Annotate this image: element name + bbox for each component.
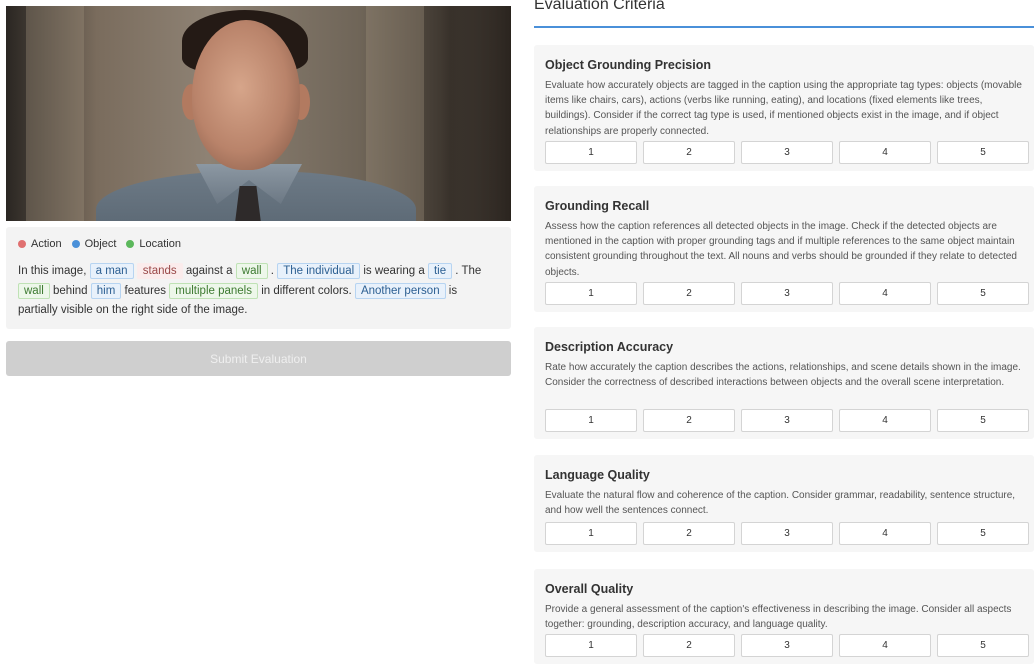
submit-evaluation-button[interactable]: Submit Evaluation <box>6 341 511 376</box>
rating-scale: 1 2 3 4 5 <box>545 634 1029 657</box>
rating-button-1[interactable]: 1 <box>545 522 637 545</box>
rating-button-2[interactable]: 2 <box>643 282 735 305</box>
evaluation-image <box>6 6 511 221</box>
evaluation-title: Evaluation Criteria <box>534 0 665 13</box>
criterion-title: Object Grounding Precision <box>545 58 711 72</box>
object-tag[interactable]: him <box>90 282 122 299</box>
legend-object: Object <box>71 238 117 250</box>
criterion-title: Overall Quality <box>545 582 634 596</box>
rating-button-2[interactable]: 2 <box>643 141 735 164</box>
rating-button-2[interactable]: 2 <box>643 634 735 657</box>
rating-button-1[interactable]: 1 <box>545 634 637 657</box>
criterion-title: Language Quality <box>545 468 650 482</box>
rating-button-5[interactable]: 5 <box>937 282 1029 305</box>
caption-box: Action Object Location In this image, a … <box>6 227 511 329</box>
object-tag[interactable]: The individual <box>277 263 361 279</box>
criterion-description: Evaluate how accurately objects are tagg… <box>545 80 1022 137</box>
criterion-grounding-recall: Grounding Recall Assess how the caption … <box>534 186 1034 312</box>
rating-button-5[interactable]: 5 <box>937 409 1029 432</box>
rating-button-2[interactable]: 2 <box>643 522 735 545</box>
rating-button-5[interactable]: 5 <box>937 522 1029 545</box>
title-divider <box>534 26 1034 28</box>
criterion-title: Description Accuracy <box>545 340 674 354</box>
rating-button-1[interactable]: 1 <box>545 409 637 432</box>
criterion-description: Evaluate the natural flow and coherence … <box>545 490 1016 517</box>
tag-legend: Action Object Location <box>18 238 499 250</box>
legend-action: Action <box>18 238 62 250</box>
legend-location-label: Location <box>139 238 181 250</box>
rating-button-1[interactable]: 1 <box>545 282 637 305</box>
rating-button-5[interactable]: 5 <box>937 141 1029 164</box>
caption-text: In this image, a man stands against a wa… <box>18 262 499 321</box>
location-tag[interactable]: multiple panels <box>169 282 258 299</box>
caption-text-segment: against a <box>185 265 233 277</box>
location-dot-icon <box>126 240 135 248</box>
rating-button-3[interactable]: 3 <box>741 141 833 164</box>
caption-text-segment: in different colors. <box>261 284 352 297</box>
action-tag[interactable]: stands <box>136 263 183 279</box>
criterion-description: Rate how accurately the caption describe… <box>545 362 1021 389</box>
caption-text-segment: features <box>124 284 167 297</box>
criterion-overall-quality: Overall Quality Provide a general assess… <box>534 569 1034 664</box>
rating-button-1[interactable]: 1 <box>545 141 637 164</box>
criterion-description-accuracy: Description Accuracy Rate how accurately… <box>534 327 1034 439</box>
legend-object-label: Object <box>84 238 117 250</box>
location-tag[interactable]: wall <box>235 263 268 279</box>
rating-button-4[interactable]: 4 <box>839 634 931 657</box>
rating-button-4[interactable]: 4 <box>839 282 931 305</box>
rating-button-4[interactable]: 4 <box>839 141 931 164</box>
criterion-title: Grounding Recall <box>545 199 650 213</box>
criterion-description: Provide a general assessment of the capt… <box>545 604 1012 631</box>
object-tag[interactable]: tie <box>427 263 453 279</box>
rating-button-2[interactable]: 2 <box>643 409 735 432</box>
rating-button-3[interactable]: 3 <box>741 522 833 545</box>
rating-button-5[interactable]: 5 <box>937 634 1029 657</box>
criterion-object-grounding-precision: Object Grounding Precision Evaluate how … <box>534 45 1034 171</box>
rating-button-3[interactable]: 3 <box>741 409 833 432</box>
rating-button-4[interactable]: 4 <box>839 522 931 545</box>
caption-text-segment: . <box>270 265 274 277</box>
location-tag[interactable]: wall <box>18 282 50 299</box>
rating-scale: 1 2 3 4 5 <box>545 282 1029 305</box>
object-tag[interactable]: a man <box>89 263 134 279</box>
legend-location: Location <box>126 238 181 250</box>
rating-scale: 1 2 3 4 5 <box>545 522 1029 545</box>
criterion-description: Assess how the caption references all de… <box>545 221 1017 278</box>
caption-text-segment: In this image, <box>18 265 87 277</box>
rating-button-3[interactable]: 3 <box>741 634 833 657</box>
rating-scale: 1 2 3 4 5 <box>545 141 1029 164</box>
rating-scale: 1 2 3 4 5 <box>545 409 1029 432</box>
criterion-language-quality: Language Quality Evaluate the natural fl… <box>534 455 1034 552</box>
action-dot-icon <box>18 240 26 248</box>
rating-button-4[interactable]: 4 <box>839 409 931 432</box>
rating-button-3[interactable]: 3 <box>741 282 833 305</box>
legend-action-label: Action <box>31 238 62 250</box>
caption-text-segment: is wearing a <box>363 265 425 277</box>
object-dot-icon <box>71 240 80 248</box>
object-tag[interactable]: Another person <box>354 282 446 299</box>
caption-text-segment: . The <box>455 265 482 277</box>
caption-text-segment: behind <box>53 284 88 297</box>
